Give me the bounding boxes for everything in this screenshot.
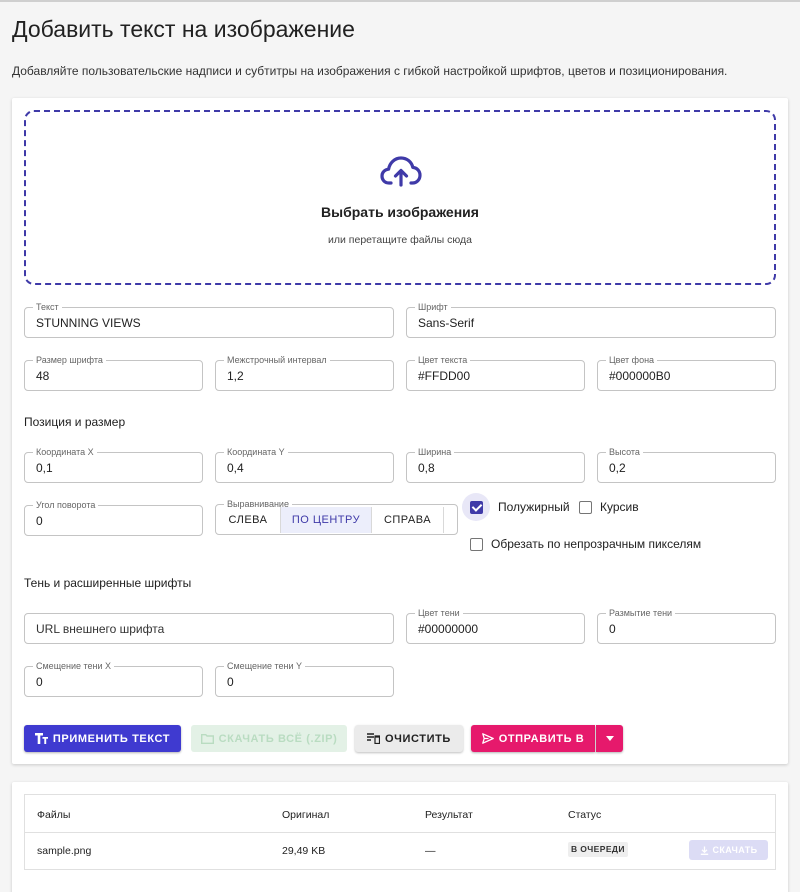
download-file-label: СКАЧАТЬ xyxy=(712,845,758,855)
font-select-label: Шрифт xyxy=(415,302,451,312)
line-height-value: 1,2 xyxy=(227,369,244,383)
send-to-dropdown-button[interactable] xyxy=(596,725,623,752)
clear-button[interactable]: ОЧИСТИТЬ xyxy=(355,725,463,752)
download-icon xyxy=(700,846,709,855)
apply-text-label: ПРИМЕНИТЬ ТЕКСТ xyxy=(52,732,171,745)
alignment-toggle-group: Выравнивание СЛЕВА ПО ЦЕНТРУ СПРАВА xyxy=(215,499,458,535)
send-to-button[interactable]: ОТПРАВИТЬ В xyxy=(471,725,595,752)
col-header-status: Статус xyxy=(568,809,602,821)
rotation-value: 0 xyxy=(36,514,43,528)
editor-card: Выбрать изображения или перетащите файлы… xyxy=(12,98,788,764)
folder-icon xyxy=(200,733,214,744)
shadow-color-field[interactable]: Цвет тени #00000000 xyxy=(406,608,585,644)
text-format-icon xyxy=(34,733,48,744)
shadow-blur-label: Размытие тени xyxy=(606,608,676,618)
dropzone-title: Выбрать изображения xyxy=(321,204,479,220)
line-height-field[interactable]: Межстрочный интервал 1,2 xyxy=(215,355,394,391)
shadow-color-label: Цвет тени xyxy=(415,608,463,618)
clear-label: ОЧИСТИТЬ xyxy=(385,732,451,745)
files-table: Файлы Оригинал Результат Статус sample.p… xyxy=(24,794,776,870)
shadow-offset-x-value: 0 xyxy=(36,675,43,689)
coord-y-field[interactable]: Координата Y 0,4 xyxy=(215,447,394,483)
shadow-offset-y-field[interactable]: Смещение тени Y 0 xyxy=(215,661,394,697)
bold-checkbox[interactable]: Полужирный xyxy=(462,493,570,521)
files-card: Файлы Оригинал Результат Статус sample.p… xyxy=(12,782,788,892)
height-field[interactable]: Высота 0,2 xyxy=(597,447,776,483)
bg-color-label: Цвет фона xyxy=(606,355,658,365)
shadow-offset-x-field[interactable]: Смещение тени X 0 xyxy=(24,661,203,697)
text-field-label: Текст xyxy=(33,302,62,312)
clear-list-icon xyxy=(367,733,381,744)
italic-label: Курсив xyxy=(600,500,639,514)
font-size-field[interactable]: Размер шрифта 48 xyxy=(24,355,203,391)
height-value: 0,2 xyxy=(609,461,626,475)
status-badge: В ОЧЕРЕДИ xyxy=(568,842,628,857)
table-cell-original: 29,49 KB xyxy=(282,845,326,857)
rotation-label: Угол поворота xyxy=(33,500,99,510)
apply-text-button[interactable]: ПРИМЕНИТЬ ТЕКСТ xyxy=(24,725,181,752)
table-divider xyxy=(25,832,775,833)
bold-checkbox-halo xyxy=(462,493,490,521)
shadow-color-value: #00000000 xyxy=(418,622,479,636)
width-field[interactable]: Ширина 0,8 xyxy=(406,447,585,483)
width-value: 0,8 xyxy=(418,461,435,475)
col-header-files: Файлы xyxy=(37,809,71,821)
crop-checkbox[interactable]: Обрезать по непрозрачным пикселям xyxy=(470,537,701,551)
send-to-label: ОТПРАВИТЬ В xyxy=(498,732,585,745)
crop-label: Обрезать по непрозрачным пикселям xyxy=(491,537,702,551)
page-title: Добавить текст на изображение xyxy=(12,16,355,42)
coord-x-value: 0,1 xyxy=(36,461,53,475)
font-url-placeholder: URL внешнего шрифта xyxy=(36,622,165,636)
col-header-result: Результат xyxy=(425,809,473,821)
shadow-blur-field[interactable]: Размытие тени 0 xyxy=(597,608,776,644)
font-select-value: Sans-Serif xyxy=(418,316,475,330)
send-icon xyxy=(481,733,494,744)
align-left-button[interactable]: СЛЕВА xyxy=(216,507,281,533)
checkbox-empty-icon xyxy=(579,500,592,514)
download-file-button[interactable]: СКАЧАТЬ xyxy=(689,840,768,860)
download-zip-button[interactable]: СКАЧАТЬ ВСЁ (.ZIP) xyxy=(191,725,347,752)
bold-label: Полужирный xyxy=(498,500,570,514)
shadow-offset-y-label: Смещение тени Y xyxy=(224,661,306,671)
shadow-offset-x-label: Смещение тени X xyxy=(33,661,115,671)
text-color-label: Цвет текста xyxy=(415,355,471,365)
height-label: Высота xyxy=(606,447,643,457)
width-label: Ширина xyxy=(415,447,455,457)
image-dropzone[interactable]: Выбрать изображения или перетащите файлы… xyxy=(24,110,776,285)
caret-down-icon xyxy=(605,736,614,741)
checkbox-checked-icon xyxy=(469,500,483,514)
align-center-button[interactable]: ПО ЦЕНТРУ xyxy=(281,507,372,533)
coord-x-field[interactable]: Координата X 0,1 xyxy=(24,447,203,483)
text-field[interactable]: Текст STUNNING VIEWS xyxy=(24,302,394,338)
download-zip-label: СКАЧАТЬ ВСЁ (.ZIP) xyxy=(218,732,338,745)
table-cell-result: — xyxy=(425,845,436,857)
page-description: Добавляйте пользовательские надписи и су… xyxy=(12,64,728,78)
table-cell-file: sample.png xyxy=(37,845,92,857)
bg-color-field[interactable]: Цвет фона #000000B0 xyxy=(597,355,776,391)
col-header-original: Оригинал xyxy=(282,809,330,821)
font-url-input[interactable]: URL внешнего шрифта xyxy=(24,613,394,644)
align-right-button[interactable]: СПРАВА xyxy=(372,507,444,533)
coord-y-label: Координата Y xyxy=(224,447,288,457)
checkbox-empty-icon xyxy=(470,537,483,551)
text-field-value: STUNNING VIEWS xyxy=(36,316,141,330)
cloud-upload-icon xyxy=(380,156,422,187)
font-select[interactable]: Шрифт Sans-Serif xyxy=(406,302,776,338)
rotation-field[interactable]: Угол поворота 0 xyxy=(24,500,203,536)
font-size-value: 48 xyxy=(36,369,50,383)
font-size-label: Размер шрифта xyxy=(33,355,106,365)
position-section-title: Позиция и размер xyxy=(24,415,126,429)
text-color-field[interactable]: Цвет текста #FFDD00 xyxy=(406,355,585,391)
coord-y-value: 0,4 xyxy=(227,461,244,475)
coord-x-label: Координата X xyxy=(33,447,97,457)
dropzone-subtitle: или перетащите файлы сюда xyxy=(328,234,472,246)
line-height-label: Межстрочный интервал xyxy=(224,355,330,365)
italic-checkbox[interactable]: Курсив xyxy=(579,500,639,514)
shadow-blur-value: 0 xyxy=(609,622,616,636)
shadow-section-title: Тень и расширенные шрифты xyxy=(24,576,192,590)
shadow-offset-y-value: 0 xyxy=(227,675,234,689)
text-color-value: #FFDD00 xyxy=(418,369,471,383)
bg-color-value: #000000B0 xyxy=(609,369,671,383)
